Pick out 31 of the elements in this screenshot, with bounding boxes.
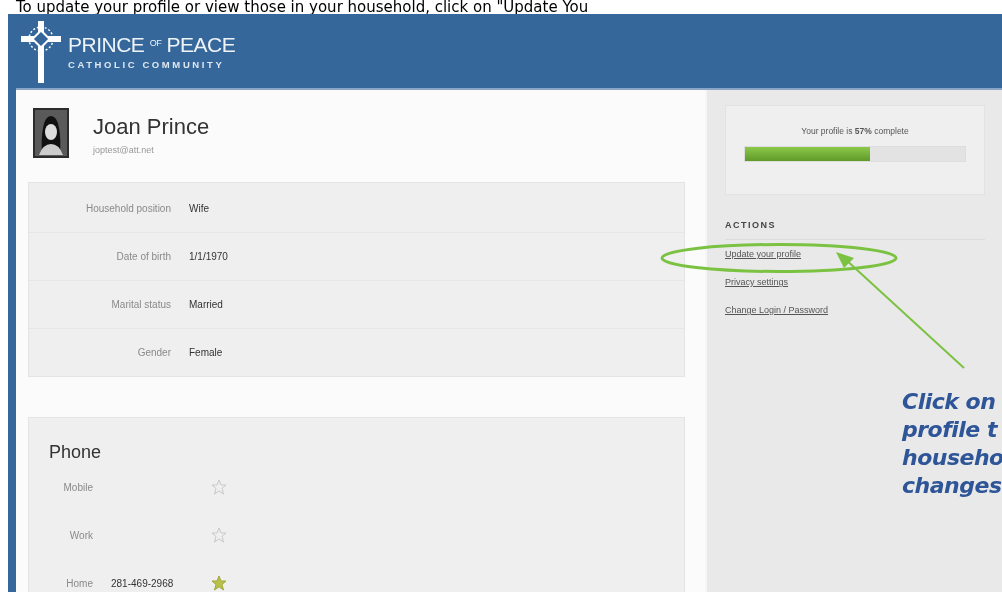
phone-label: Mobile [62, 481, 94, 493]
phone-label: Work [68, 529, 94, 541]
star-outline-icon[interactable] [211, 479, 227, 495]
annotation-text: househo [902, 444, 1002, 472]
action-link[interactable]: Privacy settings [725, 277, 789, 287]
field-value: Married [189, 299, 224, 310]
field-label: Date of birth [115, 251, 171, 262]
profile-name: Joan Prince [93, 114, 210, 140]
phone-label: Home [65, 577, 94, 589]
field-label: Household position [84, 203, 171, 214]
star-outline-icon[interactable] [211, 527, 227, 543]
phone-heading: Phone [49, 442, 103, 463]
field-value: 1/1/1970 [189, 251, 229, 262]
field-label: Gender [136, 347, 171, 358]
annotation-text: profile t [902, 416, 999, 444]
field-value: Wife [189, 203, 210, 214]
filled-star-icon[interactable] [211, 575, 227, 591]
avatar-icon [33, 108, 69, 158]
annotation-text: Click on [902, 388, 997, 416]
action-link[interactable]: Update your profile [725, 249, 802, 259]
logo-subtitle: CATHOLIC COMMUNITY [68, 58, 226, 70]
field-label: Marital status [110, 299, 171, 310]
completion-text: Your profile is 57% complete [800, 126, 910, 136]
actions-heading: ACTIONS [725, 220, 985, 240]
annotation-text: changes [902, 472, 1002, 500]
logo-title: PRINCE $^{OF}$ PEACE [68, 32, 236, 57]
cross-logo-icon [18, 19, 64, 83]
phone-number: 281-469-2968 [111, 577, 175, 589]
field-value: Female [189, 347, 224, 358]
profile-email: joptest@att.net [93, 145, 155, 155]
action-link[interactable]: Change Login / Password [725, 305, 829, 315]
